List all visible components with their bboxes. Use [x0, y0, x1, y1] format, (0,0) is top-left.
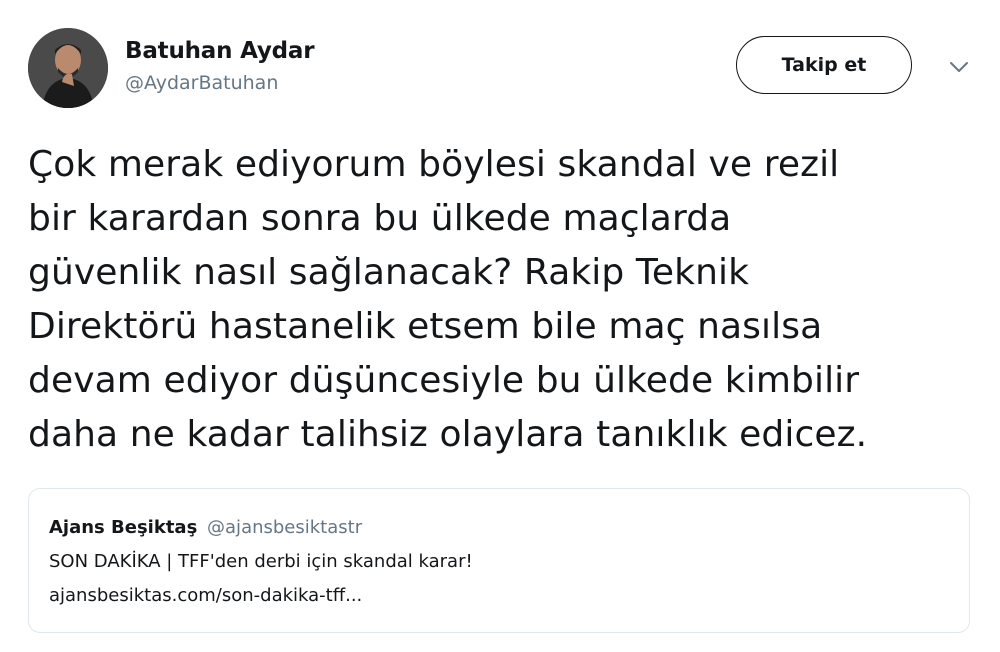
tweet-text-line: Direktörü hastanelik etsem bile maç nası… — [28, 306, 823, 347]
quoted-tweet-header: Ajans Beşiktaş @ajansbesiktastr — [49, 517, 949, 539]
profile-photo-icon — [28, 28, 108, 108]
author-handle[interactable]: @AydarBatuhan — [125, 72, 314, 94]
follow-button[interactable]: Takip et — [736, 36, 912, 94]
author-names: Batuhan Aydar @AydarBatuhan — [125, 38, 315, 94]
avatar[interactable] — [28, 28, 108, 108]
quoted-tweet-card[interactable]: Ajans Beşiktaş @ajansbesiktastr SON DAKİ… — [28, 488, 970, 633]
quoted-tweet-text: SON DAKİKA | TFF'den derbi için skandal … — [49, 551, 473, 572]
quoted-display-name: Ajans Beşiktaş — [49, 517, 198, 538]
tweet-header: Batuhan Aydar @AydarBatuhan Takip et — [28, 28, 972, 110]
quoted-tweet-link[interactable]: ajansbesiktas.com/son-dakika-tff... — [49, 585, 949, 607]
tweet-text-line: güvenlik nasıl sağlanacak? Rakip Teknik — [28, 252, 750, 293]
tweet-text-line: devam ediyor düşüncesiyle bu ülkede kimb… — [28, 360, 860, 401]
quoted-handle: @ajansbesiktastr — [207, 517, 363, 538]
tweet-text-line: daha ne kadar talihsiz olaylara tanıklık… — [28, 414, 868, 455]
tweet-text-line: Çok merak ediyorum böylesi skandal ve re… — [28, 144, 840, 185]
tweet-text: Çok merak ediyorum böylesi skandal ve re… — [28, 138, 972, 462]
chevron-down-icon[interactable] — [948, 56, 970, 78]
author-display-name[interactable]: Batuhan Aydar — [125, 38, 315, 64]
tweet-text-line: bir karardan sonra bu ülkede maçlarda — [28, 198, 732, 239]
